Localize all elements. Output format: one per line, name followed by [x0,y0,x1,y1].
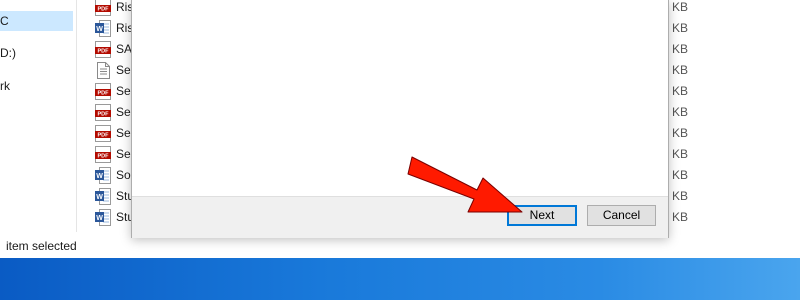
svg-text:W: W [96,173,103,180]
status-text: item selected [6,239,77,253]
svg-text:PDF: PDF [98,112,110,118]
text-file-icon [95,62,111,79]
word-icon: W [95,209,111,226]
pdf-icon: PDF [95,104,111,121]
svg-text:PDF: PDF [98,91,110,97]
nav-item-selected[interactable]: C [0,11,73,31]
nav-item-label: D:) [0,46,16,60]
cancel-button[interactable]: Cancel [587,205,656,226]
nav-item-network[interactable]: rk [0,76,10,96]
svg-text:W: W [96,26,103,33]
word-icon: W [95,188,111,205]
pdf-icon: PDF [95,0,111,16]
pdf-icon: PDF [95,41,111,58]
taskbar [0,258,800,300]
pdf-icon: PDF [95,125,111,142]
svg-text:W: W [96,194,103,201]
next-button[interactable]: Next [507,205,577,226]
svg-text:PDF: PDF [98,49,110,55]
pdf-icon: PDF [95,83,111,100]
svg-text:PDF: PDF [98,154,110,160]
wizard-dialog: Next Cancel [131,0,669,238]
pdf-icon: PDF [95,146,111,163]
nav-item-label: rk [0,79,10,93]
svg-text:W: W [96,215,103,222]
svg-text:PDF: PDF [98,133,110,139]
svg-text:PDF: PDF [98,7,110,13]
word-icon: W [95,20,111,37]
navigation-pane: C D:) rk [0,0,77,232]
word-icon: W [95,167,111,184]
nav-item-drive[interactable]: D:) [0,43,16,63]
nav-item-label: C [0,14,9,28]
